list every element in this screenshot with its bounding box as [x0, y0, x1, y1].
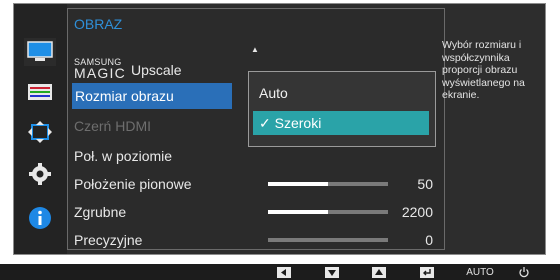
power-icon[interactable] — [517, 266, 531, 278]
scroll-up-icon[interactable]: ▲ — [251, 45, 259, 54]
v-position-slider[interactable] — [268, 182, 388, 186]
button-guide-bar: AUTO — [0, 264, 560, 280]
category-sidebar — [14, 4, 67, 254]
fine-value: 0 — [425, 232, 433, 248]
menu-item-fine[interactable]: Precyzyjne — [74, 227, 142, 253]
fine-slider[interactable] — [268, 238, 388, 242]
auto-button[interactable]: AUTO — [465, 266, 495, 278]
magic-brand-big: MAGIC — [74, 65, 126, 81]
magic-upscale-label: Upscale — [131, 62, 182, 78]
image-size-popup: Auto ✓ Szeroki — [248, 71, 436, 147]
monitor-icon[interactable] — [24, 38, 56, 66]
option-wide-label: Szeroki — [274, 115, 322, 131]
gear-icon[interactable] — [24, 160, 56, 188]
left-arrow-button[interactable] — [277, 267, 291, 278]
osd-window: OBRAZ ▲ SAMSUNG MAGIC Upscale Rozmiar ob… — [13, 3, 546, 255]
option-auto[interactable]: Auto — [259, 81, 288, 105]
menu-item-hdmi-black: Czerń HDMI — [74, 118, 152, 134]
option-wide[interactable]: ✓ Szeroki — [253, 111, 429, 135]
down-arrow-button[interactable] — [325, 267, 339, 278]
resize-arrows-icon[interactable] — [24, 118, 56, 146]
check-icon: ✓ — [259, 115, 271, 131]
coarse-value: 2200 — [401, 204, 433, 220]
enter-button[interactable] — [420, 267, 434, 278]
menu-item-coarse[interactable]: Zgrubne — [74, 199, 126, 225]
color-bars-icon[interactable] — [24, 78, 56, 106]
menu-item-image-size[interactable]: Rozmiar obrazu — [72, 83, 232, 109]
coarse-slider[interactable] — [268, 210, 388, 214]
up-arrow-button[interactable] — [372, 267, 386, 278]
info-icon[interactable] — [24, 204, 56, 232]
menu-item-v-position[interactable]: Położenie pionowe — [74, 171, 192, 197]
v-position-value: 50 — [417, 176, 433, 192]
menu-item-h-position[interactable]: Poł. w poziomie — [74, 143, 172, 169]
menu-title: OBRAZ — [74, 16, 123, 32]
help-text: Wybór rozmiaru i współczynnika proporcji… — [442, 39, 525, 101]
